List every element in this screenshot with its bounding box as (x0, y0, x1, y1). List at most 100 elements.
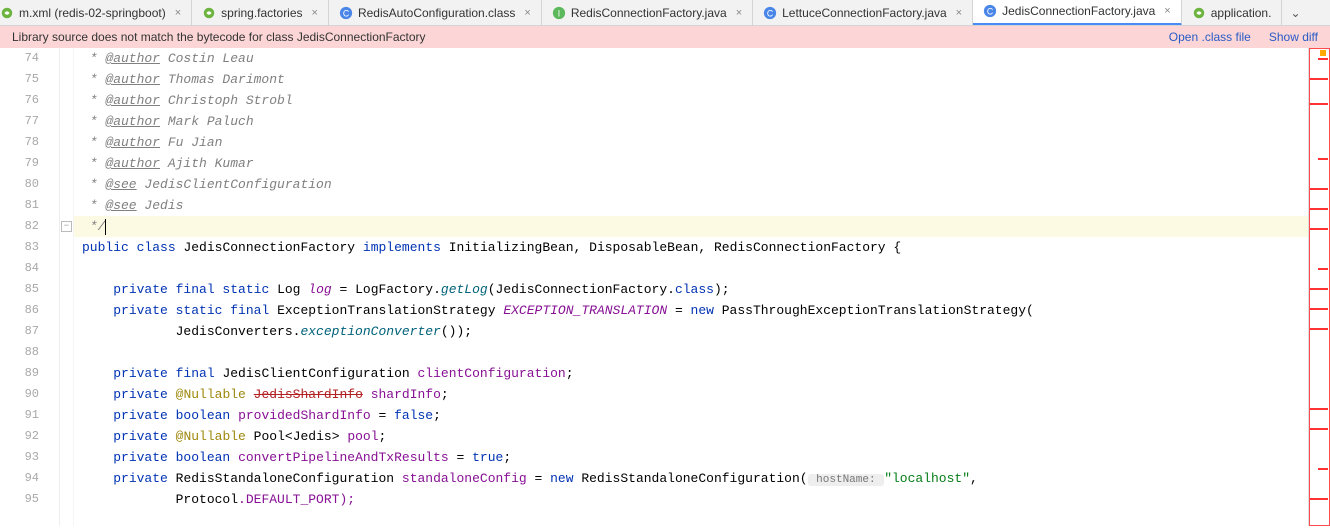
tab-label: JedisConnectionFactory.java (1002, 4, 1155, 18)
line-number: 84 (0, 258, 59, 279)
code-line: private final static Log log = LogFactor… (74, 279, 1308, 300)
code-line: * @author Costin Leau (74, 48, 1308, 69)
error-marker[interactable] (1310, 408, 1328, 410)
error-marker[interactable] (1310, 328, 1328, 330)
line-number: 95 (0, 489, 59, 510)
fold-gutter[interactable]: − (60, 48, 74, 526)
line-number: 92 (0, 426, 59, 447)
line-number: 76 (0, 90, 59, 111)
fold-toggle-icon[interactable]: − (61, 221, 72, 232)
code-line: private boolean providedShardInfo = fals… (74, 405, 1308, 426)
text-caret (105, 219, 106, 235)
code-line: * @author Fu Jian (74, 132, 1308, 153)
error-marker[interactable] (1318, 268, 1328, 270)
svg-text:I: I (558, 8, 560, 18)
line-number: 86 (0, 300, 59, 321)
error-marker[interactable] (1310, 103, 1328, 105)
error-marker[interactable] (1310, 78, 1328, 80)
error-marker[interactable] (1310, 288, 1328, 290)
svg-text:C: C (767, 8, 773, 18)
code-line: * @author Thomas Darimont (74, 69, 1308, 90)
tab-application[interactable]: application. (1182, 0, 1283, 26)
line-number: 80 (0, 174, 59, 195)
code-line: * @author Mark Paluch (74, 111, 1308, 132)
tab-label: m.xml (redis-02-springboot) (19, 6, 166, 20)
tab-close-icon[interactable]: × (308, 7, 318, 19)
editor-tabs: m.xml (redis-02-springboot) × spring.fac… (0, 0, 1330, 26)
line-number: 89 (0, 363, 59, 384)
line-number: 94 (0, 468, 59, 489)
code-line: */ (74, 216, 1308, 237)
error-marker[interactable] (1318, 58, 1328, 60)
tab-close-icon[interactable]: × (732, 7, 742, 19)
spring-icon (202, 6, 216, 20)
chevron-down-icon: ⌄ (1290, 6, 1300, 20)
line-number: 75 (0, 69, 59, 90)
line-number: 83 (0, 237, 59, 258)
class-icon: C (339, 6, 353, 20)
tab-label: RedisAutoConfiguration.class (358, 6, 515, 20)
error-marker[interactable] (1310, 308, 1328, 310)
error-stripe[interactable] (1308, 48, 1330, 526)
svg-text:C: C (987, 7, 993, 17)
class-icon: C (763, 6, 777, 20)
tab-close-icon[interactable]: × (952, 7, 962, 19)
tab-label: RedisConnectionFactory.java (571, 6, 727, 20)
line-number: 77 (0, 111, 59, 132)
line-number: 87 (0, 321, 59, 342)
line-number: 88 (0, 342, 59, 363)
code-line: private @Nullable JedisShardInfo shardIn… (74, 384, 1308, 405)
source-mismatch-banner: Library source does not match the byteco… (0, 26, 1330, 48)
tab-label: spring.factories (221, 6, 302, 20)
code-line: private boolean convertPipelineAndTxResu… (74, 447, 1308, 468)
code-line: private static final ExceptionTranslatio… (74, 300, 1308, 321)
line-number: 78 (0, 132, 59, 153)
code-line: * @author Christoph Strobl (74, 90, 1308, 111)
line-number: 91 (0, 405, 59, 426)
line-number: 82 (0, 216, 59, 237)
code-line: * @see Jedis (74, 195, 1308, 216)
line-number: 90 (0, 384, 59, 405)
code-line: public class JedisConnectionFactory impl… (74, 237, 1308, 258)
tab-lettuce-connection-factory[interactable]: C LettuceConnectionFactory.java × (753, 0, 973, 26)
error-marker[interactable] (1310, 428, 1328, 430)
banner-message: Library source does not match the byteco… (12, 30, 426, 44)
analysis-status-icon (1320, 50, 1326, 56)
tab-close-icon[interactable]: × (171, 7, 181, 19)
tab-pom-xml[interactable]: m.xml (redis-02-springboot) × (0, 0, 192, 26)
open-class-file-link[interactable]: Open .class file (1169, 30, 1251, 44)
code-area[interactable]: * @author Costin Leau * @author Thomas D… (74, 48, 1308, 526)
spring-icon (0, 6, 14, 20)
tab-jedis-connection-factory[interactable]: C JedisConnectionFactory.java × (973, 0, 1182, 26)
error-marker[interactable] (1310, 498, 1328, 500)
tab-spring-factories[interactable]: spring.factories × (192, 0, 329, 26)
error-marker[interactable] (1310, 188, 1328, 190)
code-line: private final JedisClientConfiguration c… (74, 363, 1308, 384)
line-number-gutter[interactable]: 7475767778798081828384858687888990919293… (0, 48, 60, 526)
code-line: private RedisStandaloneConfiguration sta… (74, 468, 1308, 489)
error-marker[interactable] (1318, 468, 1328, 470)
error-marker[interactable] (1310, 208, 1328, 210)
error-marker[interactable] (1310, 228, 1328, 230)
spring-icon (1192, 6, 1206, 20)
show-diff-link[interactable]: Show diff (1269, 30, 1318, 44)
tab-close-icon[interactable]: × (1160, 5, 1170, 17)
line-number: 93 (0, 447, 59, 468)
tab-redis-auto-configuration[interactable]: C RedisAutoConfiguration.class × (329, 0, 542, 26)
error-marker[interactable] (1318, 158, 1328, 160)
code-line: * @author Ajith Kumar (74, 153, 1308, 174)
banner-actions: Open .class file Show diff (1169, 30, 1318, 44)
line-number: 79 (0, 153, 59, 174)
tabs-more-button[interactable]: ⌄ (1282, 6, 1308, 20)
tab-label: application. (1211, 6, 1272, 20)
tab-close-icon[interactable]: × (520, 7, 530, 19)
class-icon: C (983, 4, 997, 18)
interface-icon: I (552, 6, 566, 20)
line-number: 81 (0, 195, 59, 216)
code-line (74, 342, 1308, 363)
editor-area: 7475767778798081828384858687888990919293… (0, 48, 1330, 526)
code-line: private @Nullable Pool<Jedis> pool; (74, 426, 1308, 447)
tab-redis-connection-factory[interactable]: I RedisConnectionFactory.java × (542, 0, 753, 26)
svg-text:C: C (343, 8, 349, 18)
line-number: 85 (0, 279, 59, 300)
